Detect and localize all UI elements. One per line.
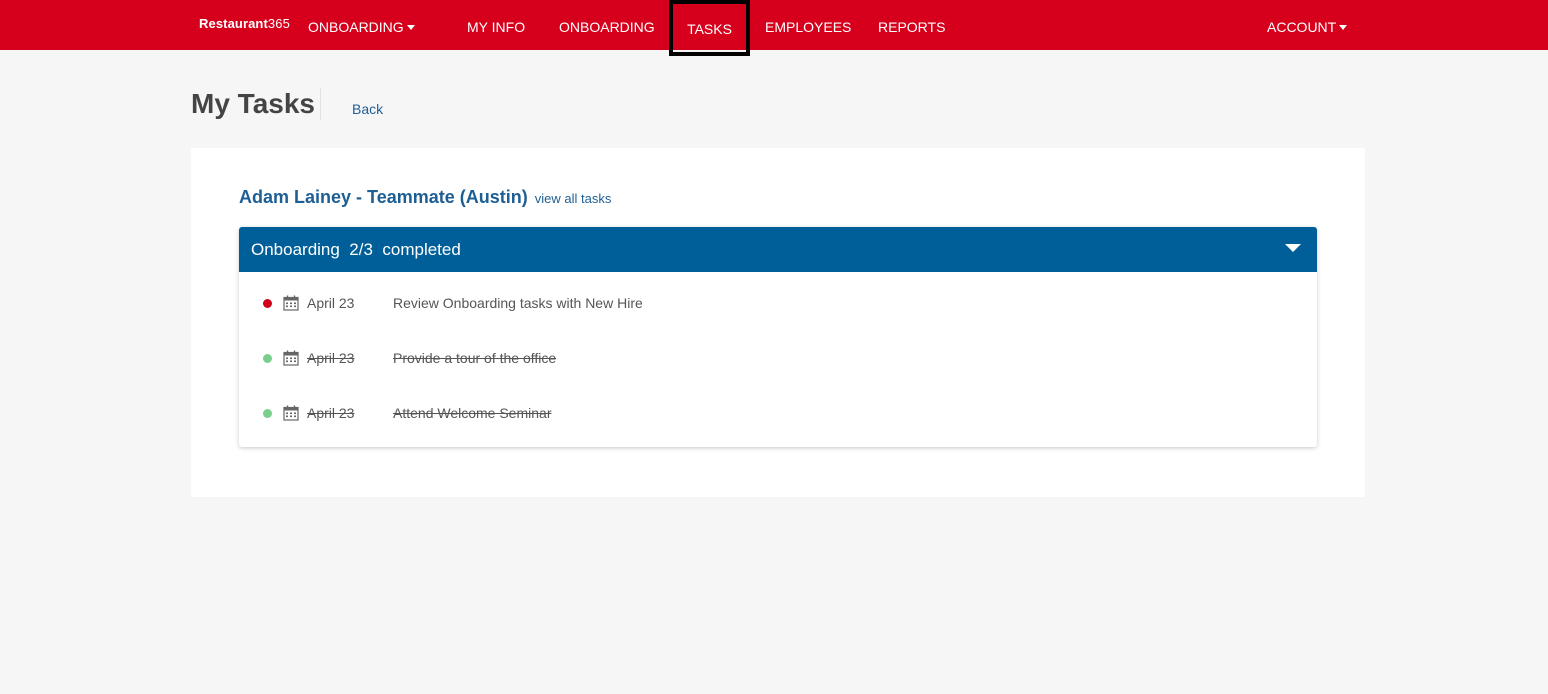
caret-down-icon bbox=[406, 24, 415, 30]
nav-item-employees[interactable]: EMPLOYEES bbox=[765, 0, 851, 50]
title-divider bbox=[320, 88, 321, 120]
panel-header[interactable]: Onboarding 2/3 completed bbox=[239, 227, 1317, 272]
nav-item-my-info[interactable]: MY INFO bbox=[467, 0, 525, 50]
task-date: April 23 bbox=[307, 405, 355, 421]
nav-item-onboarding[interactable]: ONBOARDING bbox=[559, 0, 655, 50]
task-date: April 23 bbox=[307, 350, 355, 366]
brand-text: Restaurant bbox=[199, 16, 268, 31]
calendar-icon bbox=[283, 295, 299, 311]
task-row[interactable]: April 23 Provide a tour of the office bbox=[239, 344, 1317, 374]
tasks-card: Adam Lainey - Teammate (Austin) view all… bbox=[191, 148, 1365, 497]
view-all-tasks-link[interactable]: view all tasks bbox=[535, 191, 612, 206]
calendar-icon bbox=[283, 350, 299, 366]
nav-item-tasks-label: TASKS bbox=[687, 21, 732, 37]
status-dot-icon bbox=[263, 299, 272, 308]
calendar-icon bbox=[283, 405, 299, 421]
account-label: ACCOUNT bbox=[1267, 19, 1337, 35]
employee-heading: Adam Lainey - Teammate (Austin) view all… bbox=[239, 187, 611, 208]
panel-title: Onboarding 2/3 completed bbox=[251, 240, 461, 259]
nav-item-tasks[interactable]: TASKS bbox=[669, 0, 750, 56]
status-dot-icon bbox=[263, 409, 272, 418]
status-dot-icon bbox=[263, 354, 272, 363]
task-date: April 23 bbox=[307, 295, 355, 311]
app-menu-dropdown[interactable]: ONBOARDING bbox=[308, 0, 415, 50]
employee-name[interactable]: Adam Lainey - Teammate (Austin) bbox=[239, 187, 528, 207]
app-menu-label: ONBOARDING bbox=[308, 19, 404, 35]
task-title[interactable]: Provide a tour of the office bbox=[393, 350, 556, 366]
task-row[interactable]: April 23 Review Onboarding tasks with New… bbox=[239, 289, 1317, 319]
caret-down-icon bbox=[1339, 24, 1348, 30]
onboarding-task-panel: Onboarding 2/3 completed April 23 Review … bbox=[239, 227, 1317, 447]
task-row[interactable]: April 23 Attend Welcome Seminar bbox=[239, 399, 1317, 429]
back-link[interactable]: Back bbox=[352, 101, 383, 117]
account-menu-dropdown[interactable]: ACCOUNT bbox=[1267, 0, 1348, 50]
page-title: My Tasks bbox=[191, 88, 315, 119]
nav-item-reports[interactable]: REPORTS bbox=[878, 0, 945, 50]
collapse-triangle-icon[interactable] bbox=[1285, 244, 1301, 252]
task-title[interactable]: Attend Welcome Seminar bbox=[393, 405, 551, 421]
top-nav-bar: Restaurant365 ONBOARDING MY INFO ONBOARD… bbox=[0, 0, 1548, 56]
task-title[interactable]: Review Onboarding tasks with New Hire bbox=[393, 295, 643, 311]
brand-number: 365 bbox=[267, 16, 290, 31]
brand-logo[interactable]: Restaurant365 bbox=[199, 16, 290, 31]
